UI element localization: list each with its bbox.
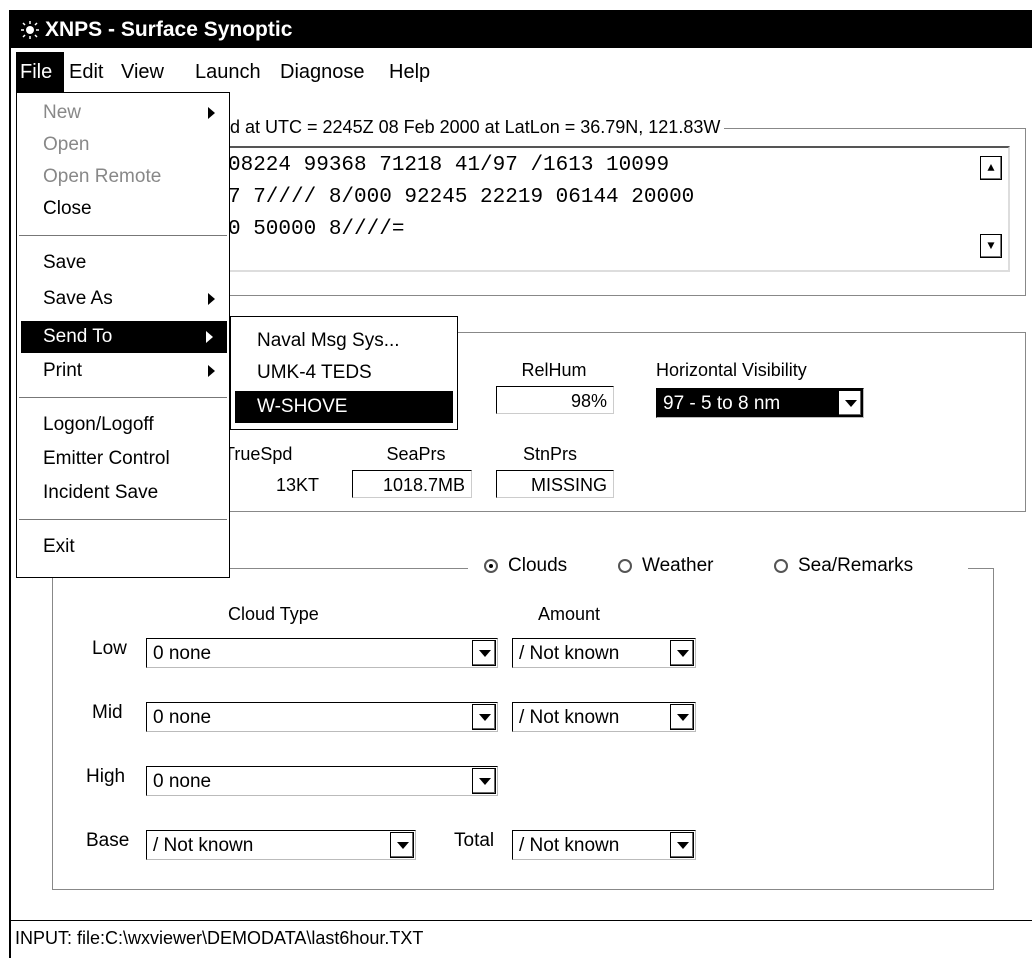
menu-item-logon-logoff[interactable]: Logon/Logoff [17,409,229,441]
high-cloud-type-select[interactable]: 0 none [146,766,498,796]
chevron-down-icon[interactable] [472,768,496,794]
stnprs-label: StnPrs [522,444,578,464]
menu-item-save-as[interactable]: Save As [17,283,229,315]
clouds-radio[interactable]: Clouds [484,554,567,578]
menu-item-open-remote[interactable]: Open Remote [17,161,229,193]
chevron-down-icon[interactable] [670,640,694,666]
relhum-label: RelHum [521,360,587,380]
obs-line-1: 08224 99368 71218 41/97 /1613 10099 [228,154,670,177]
low-cloud-type-select[interactable]: 0 none [146,638,498,668]
amount-header: Amount [538,604,601,624]
menu-item-w-shove[interactable]: W-SHOVE [235,391,453,423]
menu-item-naval-msg-sys[interactable]: Naval Msg Sys... [231,325,457,357]
mid-label: Mid [92,702,123,723]
file-menu: New Open Open Remote Close Save Save As … [16,92,230,578]
menu-item-open[interactable]: Open [17,129,229,161]
menu-item-send-to[interactable]: Send To [21,321,227,353]
send-to-submenu: Naval Msg Sys... UMK-4 TEDS W-SHOVE [230,316,458,430]
scroll-down-icon[interactable]: ▼ [980,234,1002,258]
chevron-down-icon[interactable] [472,640,496,666]
horizontal-visibility-select[interactable]: 97 - 5 to 8 nm [656,388,864,418]
menu-item-umk4-teds[interactable]: UMK-4 TEDS [231,357,457,389]
scroll-up-icon[interactable]: ▲ [980,156,1002,180]
total-select[interactable]: / Not known [512,830,696,860]
horizontal-visibility-label: Horizontal Visibility [656,360,807,380]
seaprs-field[interactable]: 1018.7MB [352,470,472,498]
menu-item-close[interactable]: Close [17,193,229,225]
title-bar: XNPS - Surface Synoptic [11,12,1032,48]
menu-item-save[interactable]: Save [17,247,229,279]
menu-item-emitter-control[interactable]: Emitter Control [17,443,229,475]
base-select[interactable]: / Not known [146,830,416,860]
menu-edit[interactable]: Edit [69,52,103,92]
menu-separator [19,397,227,399]
base-label: Base [86,830,130,851]
radio-unchecked-icon [774,559,788,573]
menu-item-incident-save[interactable]: Incident Save [17,477,229,509]
radio-strip: Clouds Weather Sea/Remarks [468,554,968,584]
status-bar: INPUT: file:C:\wxviewer\DEMODATA\last6ho… [11,920,1032,954]
status-text: INPUT: file:C:\wxviewer\DEMODATA\last6ho… [15,928,424,948]
seaprs-label: SeaPrs [386,444,446,464]
submenu-arrow-icon [208,107,215,119]
radio-checked-icon [484,559,498,573]
cloud-type-header: Cloud Type [228,604,319,624]
menu-item-print[interactable]: Print [17,355,229,387]
obs-line-3: 0 50000 8////= [228,218,405,241]
menu-item-exit[interactable]: Exit [17,531,229,563]
chevron-down-icon[interactable] [838,390,862,416]
submenu-arrow-icon [206,331,213,343]
stnprs-field[interactable]: MISSING [496,470,614,498]
menu-separator [19,519,227,521]
low-label: Low [92,638,127,659]
truespd-label: TrueSpd [224,444,293,464]
menu-launch[interactable]: Launch [195,52,261,92]
obs-line-2: 7 7//// 8/000 92245 22219 06144 20000 [228,186,695,209]
menu-item-new[interactable]: New [17,97,229,129]
app-icon [21,21,39,39]
relhum-field[interactable]: 98% [496,386,614,414]
window-title: XNPS - Surface Synoptic [45,18,293,41]
weather-radio[interactable]: Weather [618,554,713,578]
mid-cloud-type-select[interactable]: 0 none [146,702,498,732]
chevron-down-icon[interactable] [670,704,694,730]
menu-diagnose[interactable]: Diagnose [280,52,365,92]
total-label: Total [454,830,495,851]
menu-view[interactable]: View [121,52,164,92]
menu-file[interactable]: File [16,52,64,92]
chevron-down-icon[interactable] [390,832,414,858]
submenu-arrow-icon [208,365,215,377]
observation-header: d at UTC = 2245Z 08 Feb 2000 at LatLon =… [226,116,725,138]
sea-remarks-radio[interactable]: Sea/Remarks [774,554,913,578]
radio-unchecked-icon [618,559,632,573]
truespd-field[interactable]: 13KT [222,470,326,498]
mid-amount-select[interactable]: / Not known [512,702,696,732]
chevron-down-icon[interactable] [670,832,694,858]
high-label: High [86,766,126,787]
low-amount-select[interactable]: / Not known [512,638,696,668]
menu-separator [19,235,227,237]
menu-bar: File Edit View Launch Diagnose Help [11,52,1032,92]
menu-help[interactable]: Help [389,52,430,92]
chevron-down-icon[interactable] [472,704,496,730]
submenu-arrow-icon [208,293,215,305]
